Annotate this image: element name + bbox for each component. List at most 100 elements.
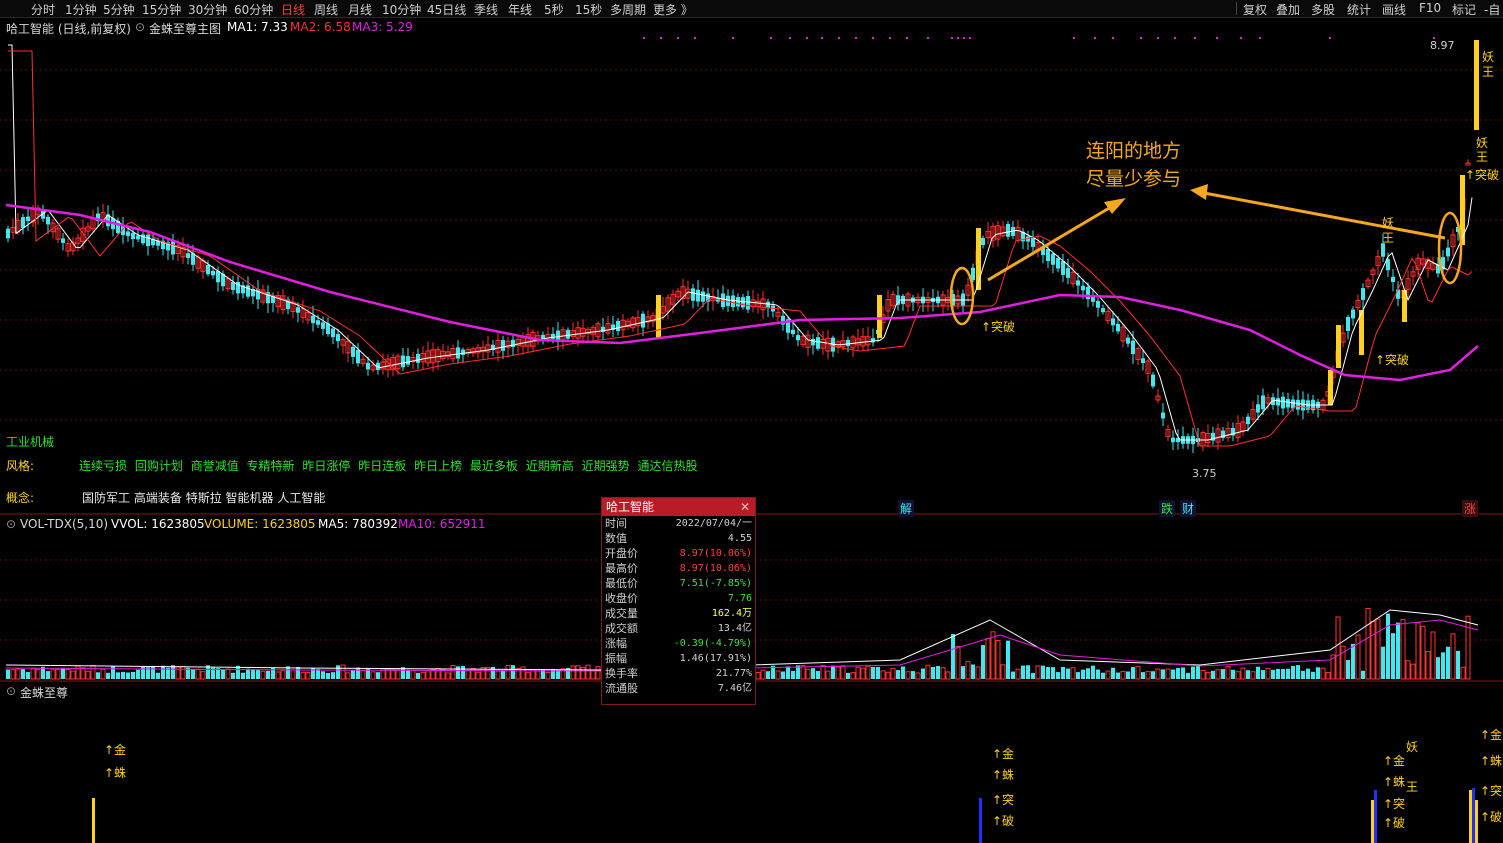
signal-zhu: ↑蛛 xyxy=(992,768,1015,782)
style-tag[interactable]: 商誉减值 xyxy=(191,459,239,473)
style-tag[interactable]: 昨日连板 xyxy=(358,459,406,473)
popup-row-value: -0.39(-4.79%) xyxy=(673,638,752,649)
volume-bar-down xyxy=(1066,668,1070,679)
volume-bar-down xyxy=(1191,666,1195,679)
popup-row-value: 8.97(10.06%) xyxy=(679,548,752,559)
volume-bar-up xyxy=(595,666,601,680)
volume-bar-down xyxy=(1231,669,1235,679)
volume-bar-down xyxy=(501,670,505,679)
industry-label[interactable]: 工业机械 xyxy=(6,433,54,450)
signal-tu: ↑突 xyxy=(1480,784,1503,798)
volume-bar-down xyxy=(136,669,140,679)
kline-chart-canvas[interactable] xyxy=(0,0,1503,843)
volume-bar-down xyxy=(1141,672,1145,679)
kline-candle-down xyxy=(316,320,320,325)
volume-bar-up xyxy=(1365,607,1371,680)
volume-bar-up xyxy=(1000,664,1006,680)
volume-bar-up xyxy=(1375,618,1381,680)
popup-row-value: 7.51(-7.85%) xyxy=(679,578,752,589)
event-marker-jie[interactable]: 解 xyxy=(898,500,915,517)
volume-bar-up xyxy=(860,667,866,680)
style-tag[interactable]: 最近多板 xyxy=(470,459,518,473)
volume-bar-down xyxy=(816,670,820,679)
style-tag[interactable]: 近期强势 xyxy=(582,459,630,473)
vol-ma5-value: MA5: 780392 xyxy=(318,517,398,531)
signal-wang-label: 王 xyxy=(1482,65,1495,79)
kline-candle-down xyxy=(406,356,410,365)
style-tag[interactable]: 昨日涨停 xyxy=(302,459,350,473)
concept-tag[interactable]: 国防军工 xyxy=(82,491,130,505)
style-tag[interactable]: 昨日上榜 xyxy=(414,459,462,473)
style-tag[interactable]: 通达信热股 xyxy=(637,459,697,473)
concept-tag[interactable]: 特斯拉 xyxy=(186,491,222,505)
event-marker-cai[interactable]: 财 xyxy=(1180,500,1197,517)
volume-bar-up xyxy=(425,670,431,680)
marker-dot xyxy=(1094,37,1096,39)
volume-bar-up xyxy=(445,672,451,680)
kline-candle-down xyxy=(26,216,30,222)
volume-bar-up xyxy=(545,671,551,680)
concept-tags: 国防军工 高端装备 特斯拉 智能机器 人工智能 xyxy=(82,489,325,506)
volume-bar-down xyxy=(1361,670,1365,679)
volume-bar-up xyxy=(260,670,266,680)
volume-bar-up xyxy=(1165,668,1171,680)
bottom-indicator-name[interactable]: 金蛛至尊 xyxy=(20,684,68,701)
volume-bar-up xyxy=(55,668,61,680)
volume-settings-icon[interactable]: ⊙ xyxy=(6,517,16,531)
kline-candle-down xyxy=(726,295,730,306)
volume-bar-down xyxy=(766,671,770,679)
volume-bar-down xyxy=(131,671,135,679)
popup-row-key: 振幅 xyxy=(605,652,627,665)
style-tag[interactable]: 回购计划 xyxy=(135,459,183,473)
volume-value: VOLUME: 1623805 xyxy=(204,517,316,531)
kline-candle-down xyxy=(321,322,325,329)
indicator-settings-icon[interactable]: ⊙ xyxy=(135,20,145,34)
signal-zhu: ↑蛛 xyxy=(1480,754,1503,768)
kline-candle-down xyxy=(1131,340,1135,355)
volume-bar-up xyxy=(1420,625,1426,680)
volume-bar-up xyxy=(180,665,186,680)
marker-dot xyxy=(1240,37,1242,39)
volume-bar-down xyxy=(1381,646,1385,679)
volume-bar-down xyxy=(936,665,940,679)
volume-bar-down xyxy=(961,666,965,679)
volume-bar-up xyxy=(1070,667,1076,680)
concept-tag[interactable]: 智能机器 xyxy=(226,491,274,505)
event-marker-die[interactable]: 跌 xyxy=(1159,500,1176,517)
volume-bar-up xyxy=(945,671,951,680)
volume-bar-down xyxy=(1291,665,1295,679)
volume-bar-down xyxy=(461,666,465,679)
volume-bar-down xyxy=(1211,670,1215,679)
style-tag[interactable]: 近期新高 xyxy=(526,459,574,473)
close-icon[interactable]: ✕ xyxy=(740,498,750,516)
kline-candle-down xyxy=(1296,399,1300,410)
volume-bar-up xyxy=(880,670,886,680)
volume-bar-up xyxy=(300,671,306,680)
volume-bar-down xyxy=(6,669,10,679)
popup-title-bar[interactable]: 哈工智能 ✕ xyxy=(602,498,755,516)
volume-bar-up xyxy=(1035,665,1041,680)
volume-bar-up xyxy=(775,670,781,680)
bottom-settings-icon[interactable]: ⊙ xyxy=(6,684,16,698)
volume-bar-up xyxy=(915,672,921,680)
volume-bar-down xyxy=(296,666,300,679)
volume-indicator-name[interactable]: VOL-TDX(5,10) xyxy=(20,517,108,531)
signal-breakthrough-label: ↑突破 xyxy=(1375,353,1410,367)
style-tag[interactable]: 专精特新 xyxy=(247,459,295,473)
volume-bar-up xyxy=(890,667,896,680)
quote-info-popup[interactable]: 哈工智能 ✕ 时间 2022/07/04/一 数值 4.55 开盘价 8.97(10.06… xyxy=(601,497,756,705)
signal-tu: ↑突 xyxy=(992,793,1015,807)
concept-tag[interactable]: 人工智能 xyxy=(277,491,325,505)
ma2-value: MA2: 6.58 xyxy=(290,20,351,34)
volume-bar-up xyxy=(580,666,586,680)
volume-bar-down xyxy=(1346,660,1350,679)
volume-bar-down xyxy=(96,672,100,679)
volume-bar-up xyxy=(855,666,861,680)
style-tag[interactable]: 连续亏损 xyxy=(79,459,127,473)
popup-row: 数值 4.55 xyxy=(602,531,755,546)
event-marker-zhang[interactable]: 涨 xyxy=(1462,500,1479,517)
volume-bar-down xyxy=(251,669,255,679)
concept-tag[interactable]: 高端装备 xyxy=(134,491,182,505)
volume-bar-down xyxy=(1286,668,1290,679)
main-indicator-name[interactable]: 金蛛至尊主图 xyxy=(149,20,221,37)
